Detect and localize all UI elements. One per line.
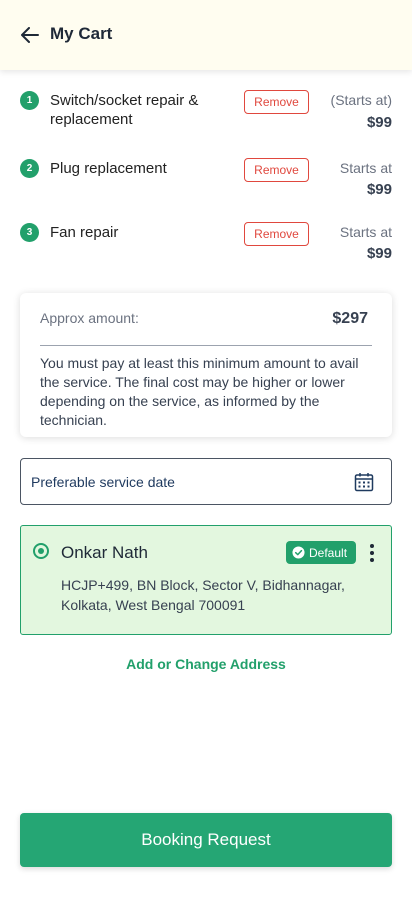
add-change-address-link[interactable]: Add or Change Address <box>0 656 412 672</box>
approx-amount-value: $297 <box>332 310 368 327</box>
price-label: (Starts at) <box>330 92 392 108</box>
approx-amount-label: Approx amount: <box>40 310 139 326</box>
calendar-icon <box>354 473 374 492</box>
item-price: $99 <box>366 181 392 198</box>
address-text: HCJP+499, BN Block, Sector V, Bidhannaga… <box>61 577 345 613</box>
back-button[interactable] <box>18 23 42 47</box>
amount-summary-card: Approx amount: $297 You must pay at leas… <box>20 293 392 437</box>
more-options-icon[interactable] <box>367 543 377 563</box>
page-title: My Cart <box>50 24 113 43</box>
check-circle-icon <box>292 546 305 559</box>
price-label: Starts at <box>339 224 392 240</box>
remove-button[interactable]: Remove <box>244 90 309 114</box>
default-badge-label: Default <box>309 545 348 560</box>
item-number-badge: 3 <box>20 223 39 242</box>
price-label: Starts at <box>339 160 392 176</box>
payment-note: You must pay at least this minimum amoun… <box>40 355 359 428</box>
item-name: Plug replacement <box>50 160 167 177</box>
location-pin-icon <box>33 543 49 559</box>
item-name: Fan repair <box>50 224 119 241</box>
calendar-button[interactable] <box>354 472 374 492</box>
remove-button[interactable]: Remove <box>244 222 309 246</box>
booking-request-button[interactable]: Booking Request <box>20 813 392 867</box>
default-badge: Default <box>286 541 356 564</box>
remove-button[interactable]: Remove <box>244 158 309 182</box>
divider <box>40 345 372 346</box>
item-name: Switch/socket repair & replacement <box>50 92 199 128</box>
item-number-badge: 1 <box>20 91 39 110</box>
address-name: Onkar Nath <box>61 543 148 562</box>
service-date-placeholder: Preferable service date <box>31 474 175 490</box>
item-number-badge: 2 <box>20 159 39 178</box>
service-date-field[interactable]: Preferable service date <box>20 458 392 505</box>
item-price: $99 <box>366 245 392 262</box>
app-header: My Cart <box>0 0 412 70</box>
item-price: $99 <box>366 114 392 131</box>
arrow-left-icon <box>21 27 39 43</box>
address-card[interactable]: Onkar Nath Default HCJP+499, BN Block, S… <box>20 525 392 635</box>
